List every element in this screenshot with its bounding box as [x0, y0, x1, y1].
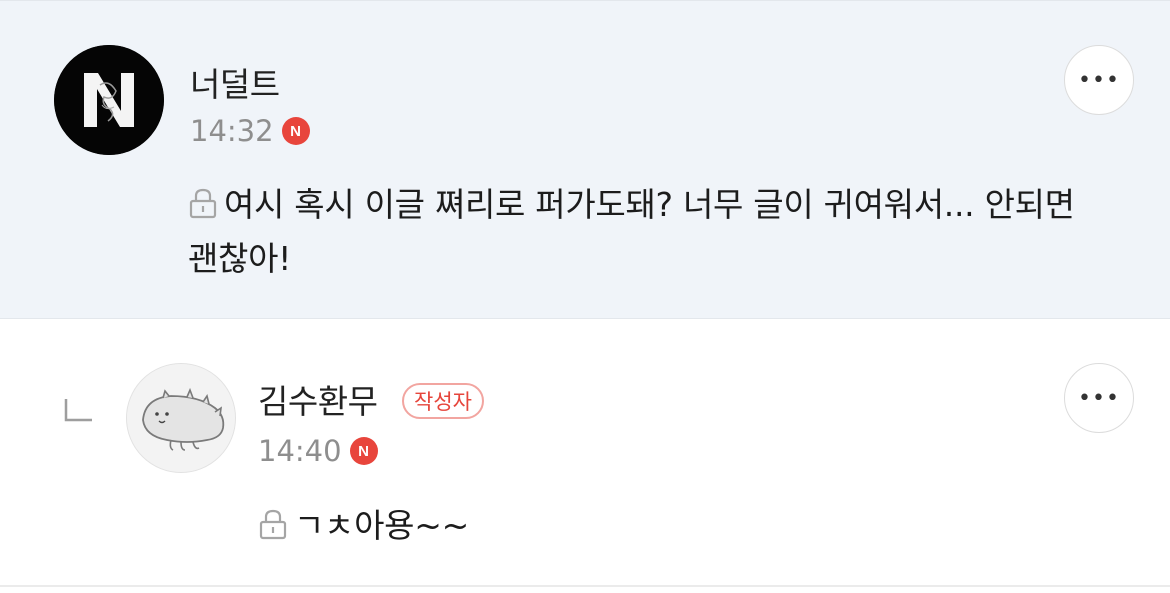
more-options-button[interactable]: •••	[1064, 363, 1134, 433]
reply-arrow-icon	[64, 399, 92, 422]
author-name[interactable]: 너덜트	[190, 65, 280, 105]
comment-text: 여시 혹시 이글 쪄리로 퍼가도돼? 너무 글이 귀여워서... 안되면 괜찮아…	[188, 185, 1075, 278]
comment-text-block: ㄱㅊ아용~~	[258, 500, 1058, 554]
comment-item: 너덜트 14:32 N 여시 혹시 이글 쪄리로 퍼가도돼? 너무 글이 귀여워…	[0, 0, 1170, 319]
timestamp-row: 14:32 N	[190, 113, 310, 149]
comment-text: ㄱㅊ아용~~	[294, 506, 469, 545]
comment-text-block: 여시 혹시 이글 쪄리로 퍼가도돼? 너무 글이 귀여워서... 안되면 괜찮아…	[188, 179, 1088, 284]
avatar[interactable]	[54, 45, 164, 155]
new-badge: N	[281, 117, 310, 145]
reply-item: 김수환무 작성자 14:40 N ㄱㅊ아용~~ •••	[0, 319, 1170, 587]
comment-thread: 너덜트 14:32 N 여시 혹시 이글 쪄리로 퍼가도돼? 너무 글이 귀여워…	[0, 0, 1170, 593]
lock-icon	[188, 182, 218, 233]
avatar[interactable]	[126, 363, 236, 473]
new-badge: N	[349, 437, 378, 465]
timestamp-row: 14:40 N	[258, 433, 378, 469]
lock-icon	[258, 503, 288, 554]
more-options-button[interactable]: •••	[1064, 45, 1134, 115]
timestamp: 14:32	[190, 114, 274, 148]
writer-badge: 작성자	[402, 383, 484, 419]
timestamp: 14:40	[258, 434, 342, 468]
author-name[interactable]: 김수환무	[258, 382, 378, 422]
